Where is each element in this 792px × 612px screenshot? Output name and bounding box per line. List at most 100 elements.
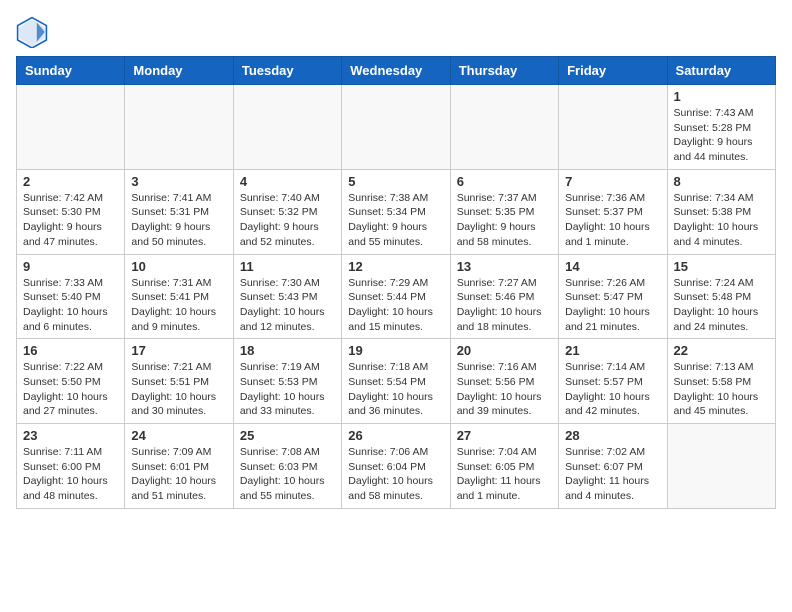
day-number: 5: [348, 174, 443, 189]
day-info: Sunrise: 7:40 AM Sunset: 5:32 PM Dayligh…: [240, 191, 335, 250]
calendar-cell: 9 Sunrise: 7:33 AM Sunset: 5:40 PM Daylig…: [17, 254, 125, 339]
calendar-cell: [342, 85, 450, 170]
day-info: Sunrise: 7:18 AM Sunset: 5:54 PM Dayligh…: [348, 360, 443, 419]
day-number: 19: [348, 343, 443, 358]
day-info: Sunrise: 7:27 AM Sunset: 5:46 PM Dayligh…: [457, 276, 552, 335]
logo-icon: [16, 16, 48, 48]
week-row-3: 9 Sunrise: 7:33 AM Sunset: 5:40 PM Daylig…: [17, 254, 776, 339]
day-number: 20: [457, 343, 552, 358]
day-info: Sunrise: 7:11 AM Sunset: 6:00 PM Dayligh…: [23, 445, 118, 504]
day-number: 13: [457, 259, 552, 274]
day-number: 4: [240, 174, 335, 189]
day-number: 12: [348, 259, 443, 274]
calendar-cell: 28 Sunrise: 7:02 AM Sunset: 6:07 PM Dayli…: [559, 424, 667, 509]
day-number: 9: [23, 259, 118, 274]
calendar-cell: 19 Sunrise: 7:18 AM Sunset: 5:54 PM Dayli…: [342, 339, 450, 424]
day-info: Sunrise: 7:29 AM Sunset: 5:44 PM Dayligh…: [348, 276, 443, 335]
calendar-cell: [559, 85, 667, 170]
day-info: Sunrise: 7:42 AM Sunset: 5:30 PM Dayligh…: [23, 191, 118, 250]
day-number: 27: [457, 428, 552, 443]
calendar-cell: 14 Sunrise: 7:26 AM Sunset: 5:47 PM Dayli…: [559, 254, 667, 339]
calendar-header-monday: Monday: [125, 57, 233, 85]
calendar-cell: 25Sunrise: 7:08 AM Sunset: 6:03 PM Dayli…: [233, 424, 341, 509]
day-number: 1: [674, 89, 769, 104]
day-number: 11: [240, 259, 335, 274]
day-number: 24: [131, 428, 226, 443]
day-info: Sunrise: 7:31 AM Sunset: 5:41 PM Dayligh…: [131, 276, 226, 335]
day-info: Sunrise: 7:38 AM Sunset: 5:34 PM Dayligh…: [348, 191, 443, 250]
calendar-cell: 8 Sunrise: 7:34 AM Sunset: 5:38 PM Daylig…: [667, 169, 775, 254]
day-number: 17: [131, 343, 226, 358]
day-info: Sunrise: 7:37 AM Sunset: 5:35 PM Dayligh…: [457, 191, 552, 250]
day-number: 8: [674, 174, 769, 189]
calendar-cell: 7Sunrise: 7:36 AM Sunset: 5:37 PM Daylig…: [559, 169, 667, 254]
day-number: 10: [131, 259, 226, 274]
day-info: Sunrise: 7:22 AM Sunset: 5:50 PM Dayligh…: [23, 360, 118, 419]
calendar-cell: 12 Sunrise: 7:29 AM Sunset: 5:44 PM Dayli…: [342, 254, 450, 339]
calendar-cell: [17, 85, 125, 170]
calendar-cell: 6 Sunrise: 7:37 AM Sunset: 5:35 PM Daylig…: [450, 169, 558, 254]
calendar-cell: 22Sunrise: 7:13 AM Sunset: 5:58 PM Dayli…: [667, 339, 775, 424]
week-row-4: 16 Sunrise: 7:22 AM Sunset: 5:50 PM Dayli…: [17, 339, 776, 424]
day-info: Sunrise: 7:09 AM Sunset: 6:01 PM Dayligh…: [131, 445, 226, 504]
day-info: Sunrise: 7:34 AM Sunset: 5:38 PM Dayligh…: [674, 191, 769, 250]
day-number: 16: [23, 343, 118, 358]
calendar-table: SundayMondayTuesdayWednesdayThursdayFrid…: [16, 56, 776, 509]
calendar-cell: 16 Sunrise: 7:22 AM Sunset: 5:50 PM Dayli…: [17, 339, 125, 424]
day-number: 15: [674, 259, 769, 274]
day-info: Sunrise: 7:41 AM Sunset: 5:31 PM Dayligh…: [131, 191, 226, 250]
calendar-header-wednesday: Wednesday: [342, 57, 450, 85]
day-info: Sunrise: 7:43 AM Sunset: 5:28 PM Dayligh…: [674, 106, 769, 165]
day-number: 28: [565, 428, 660, 443]
calendar-cell: [233, 85, 341, 170]
day-info: Sunrise: 7:30 AM Sunset: 5:43 PM Dayligh…: [240, 276, 335, 335]
calendar-cell: 10 Sunrise: 7:31 AM Sunset: 5:41 PM Dayli…: [125, 254, 233, 339]
day-info: Sunrise: 7:04 AM Sunset: 6:05 PM Dayligh…: [457, 445, 552, 504]
day-number: 23: [23, 428, 118, 443]
calendar-cell: 3Sunrise: 7:41 AM Sunset: 5:31 PM Daylig…: [125, 169, 233, 254]
day-info: Sunrise: 7:02 AM Sunset: 6:07 PM Dayligh…: [565, 445, 660, 504]
calendar-cell: 15 Sunrise: 7:24 AM Sunset: 5:48 PM Dayli…: [667, 254, 775, 339]
day-number: 18: [240, 343, 335, 358]
day-number: 26: [348, 428, 443, 443]
calendar-cell: [450, 85, 558, 170]
calendar-cell: 18 Sunrise: 7:19 AM Sunset: 5:53 PM Dayli…: [233, 339, 341, 424]
day-info: Sunrise: 7:24 AM Sunset: 5:48 PM Dayligh…: [674, 276, 769, 335]
calendar-cell: 23 Sunrise: 7:11 AM Sunset: 6:00 PM Dayli…: [17, 424, 125, 509]
page-header: [16, 16, 776, 48]
day-info: Sunrise: 7:33 AM Sunset: 5:40 PM Dayligh…: [23, 276, 118, 335]
calendar-header-thursday: Thursday: [450, 57, 558, 85]
day-info: Sunrise: 7:13 AM Sunset: 5:58 PM Dayligh…: [674, 360, 769, 419]
calendar-header-row: SundayMondayTuesdayWednesdayThursdayFrid…: [17, 57, 776, 85]
calendar-header-saturday: Saturday: [667, 57, 775, 85]
calendar-cell: 5 Sunrise: 7:38 AM Sunset: 5:34 PM Daylig…: [342, 169, 450, 254]
calendar-cell: 27 Sunrise: 7:04 AM Sunset: 6:05 PM Dayli…: [450, 424, 558, 509]
calendar-cell: 21Sunrise: 7:14 AM Sunset: 5:57 PM Dayli…: [559, 339, 667, 424]
calendar-header-sunday: Sunday: [17, 57, 125, 85]
day-info: Sunrise: 7:06 AM Sunset: 6:04 PM Dayligh…: [348, 445, 443, 504]
calendar-cell: 13 Sunrise: 7:27 AM Sunset: 5:46 PM Dayli…: [450, 254, 558, 339]
calendar-cell: 1 Sunrise: 7:43 AM Sunset: 5:28 PM Daylig…: [667, 85, 775, 170]
day-number: 2: [23, 174, 118, 189]
week-row-1: 1 Sunrise: 7:43 AM Sunset: 5:28 PM Daylig…: [17, 85, 776, 170]
day-number: 14: [565, 259, 660, 274]
logo: [16, 16, 52, 48]
calendar-cell: 11 Sunrise: 7:30 AM Sunset: 5:43 PM Dayli…: [233, 254, 341, 339]
calendar-cell: 2 Sunrise: 7:42 AM Sunset: 5:30 PM Daylig…: [17, 169, 125, 254]
day-number: 7: [565, 174, 660, 189]
calendar-cell: 24 Sunrise: 7:09 AM Sunset: 6:01 PM Dayli…: [125, 424, 233, 509]
calendar-cell: 26 Sunrise: 7:06 AM Sunset: 6:04 PM Dayli…: [342, 424, 450, 509]
day-info: Sunrise: 7:16 AM Sunset: 5:56 PM Dayligh…: [457, 360, 552, 419]
calendar-header-friday: Friday: [559, 57, 667, 85]
day-info: Sunrise: 7:08 AM Sunset: 6:03 PM Dayligh…: [240, 445, 335, 504]
day-info: Sunrise: 7:26 AM Sunset: 5:47 PM Dayligh…: [565, 276, 660, 335]
day-info: Sunrise: 7:14 AM Sunset: 5:57 PM Dayligh…: [565, 360, 660, 419]
calendar-cell: 17 Sunrise: 7:21 AM Sunset: 5:51 PM Dayli…: [125, 339, 233, 424]
day-number: 6: [457, 174, 552, 189]
calendar-header-tuesday: Tuesday: [233, 57, 341, 85]
week-row-5: 23 Sunrise: 7:11 AM Sunset: 6:00 PM Dayli…: [17, 424, 776, 509]
week-row-2: 2 Sunrise: 7:42 AM Sunset: 5:30 PM Daylig…: [17, 169, 776, 254]
day-info: Sunrise: 7:19 AM Sunset: 5:53 PM Dayligh…: [240, 360, 335, 419]
day-info: Sunrise: 7:21 AM Sunset: 5:51 PM Dayligh…: [131, 360, 226, 419]
calendar-cell: [125, 85, 233, 170]
